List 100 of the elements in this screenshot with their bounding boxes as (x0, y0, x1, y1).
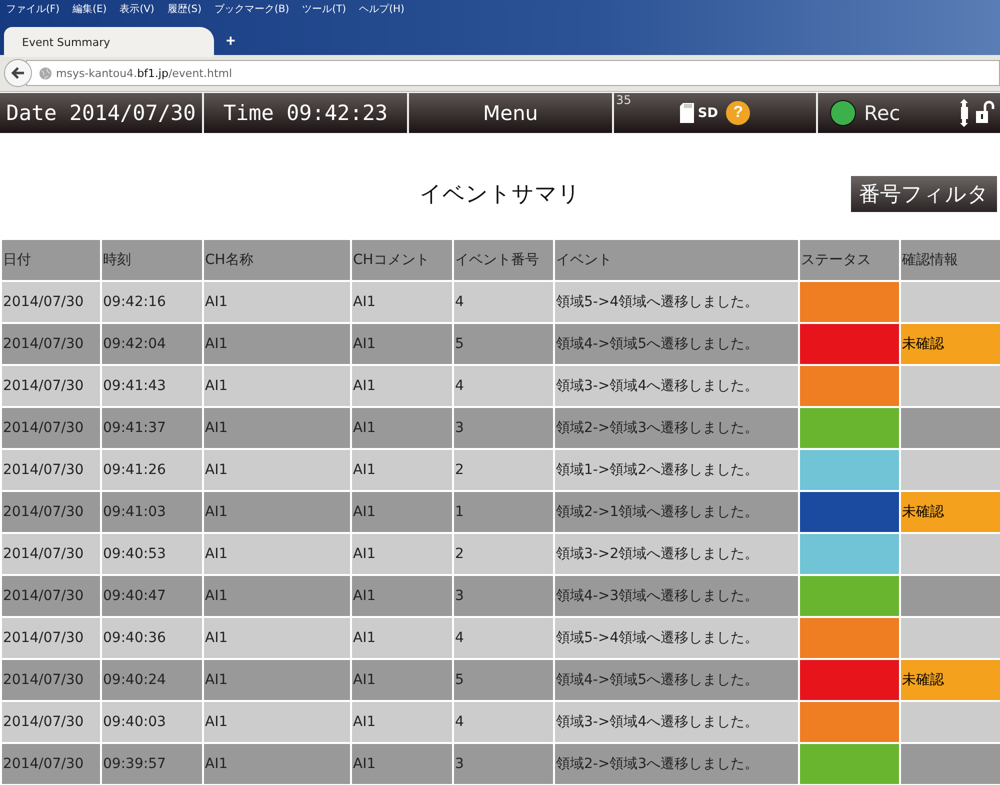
table-cell: 09:41:37 (101, 407, 203, 449)
sd-label: SD (698, 106, 718, 120)
new-tab-button[interactable]: + (222, 33, 240, 51)
table-cell: 4 (453, 281, 554, 323)
browser-tab[interactable]: Event Summary (4, 27, 214, 57)
column-header: ステータス (799, 240, 900, 281)
table-cell: AI1 (351, 659, 453, 701)
table-cell: 領域3->2領域へ遷移しました。 (554, 533, 799, 575)
table-cell: 3 (453, 575, 554, 617)
table-cell: 09:40:53 (101, 533, 203, 575)
menu-item[interactable]: ヘルプ(H) (359, 2, 404, 18)
table-cell: 09:41:43 (101, 365, 203, 407)
table-cell: AI1 (203, 659, 351, 701)
table-cell: AI1 (351, 365, 453, 407)
table-cell: 2014/07/30 (1, 575, 101, 617)
table-cell: AI1 (203, 365, 351, 407)
table-cell: 領域5->4領域へ遷移しました。 (554, 617, 799, 659)
menu-item[interactable]: 編集(E) (72, 2, 107, 18)
table-cell: 領域4->領域5へ遷移しました。 (554, 659, 799, 701)
table-cell: 2014/07/30 (1, 743, 101, 785)
menu-item[interactable]: 履歴(S) (167, 2, 202, 18)
table-cell: 領域5->4領域へ遷移しました。 (554, 281, 799, 323)
table-cell: 4 (453, 701, 554, 743)
table-cell: 4 (453, 365, 554, 407)
table-cell: 2 (453, 533, 554, 575)
sd-card-icon (680, 103, 694, 123)
table-cell: 領域3->領域4へ遷移しました。 (554, 365, 799, 407)
menu-item[interactable]: ファイル(F) (6, 2, 60, 18)
table-cell: 09:41:26 (101, 449, 203, 491)
address-bar[interactable]: msys-kantou4.bf1.jp/event.html (26, 60, 1000, 86)
rec-label: Rec (864, 101, 900, 125)
table-cell: 4 (453, 617, 554, 659)
table-cell: 領域4->3領域へ遷移しました。 (554, 575, 799, 617)
table-cell: AI1 (203, 533, 351, 575)
table-cell: AI1 (203, 491, 351, 533)
table-cell: 1 (453, 491, 554, 533)
menu-item[interactable]: 表示(V) (120, 2, 154, 18)
column-header: 日付 (1, 240, 101, 281)
table-cell: AI1 (351, 701, 453, 743)
table-cell: AI1 (203, 281, 351, 323)
table-cell: AI1 (351, 617, 453, 659)
table-cell: 09:40:47 (101, 575, 203, 617)
table-cell: AI1 (351, 323, 453, 365)
column-header: 確認情報 (900, 240, 1000, 281)
table-cell: 09:39:57 (101, 743, 203, 785)
table-cell: 09:42:16 (101, 281, 203, 323)
back-arrow-icon (10, 65, 26, 81)
table-cell: 領域4->領域5へ遷移しました。 (554, 323, 799, 365)
table-cell: 2014/07/30 (1, 533, 101, 575)
table-cell: 2014/07/30 (1, 659, 101, 701)
table-cell: AI1 (203, 701, 351, 743)
table-cell: 2014/07/30 (1, 449, 101, 491)
table-cell: 2014/07/30 (1, 365, 101, 407)
column-header: イベント番号 (453, 240, 554, 281)
table-cell: AI1 (203, 407, 351, 449)
column-header: CH名称 (203, 240, 351, 281)
table-cell: AI1 (203, 617, 351, 659)
table-cell: AI1 (203, 575, 351, 617)
date-display: Date 2014/07/30 (0, 93, 204, 133)
column-header: イベント (554, 240, 799, 281)
table-cell: 2014/07/30 (1, 701, 101, 743)
table-cell: AI1 (351, 533, 453, 575)
table-cell: AI1 (351, 449, 453, 491)
time-display: Time 09:42:23 (204, 93, 409, 133)
counter-text: 35 (616, 93, 632, 107)
table-cell: 09:40:03 (101, 701, 203, 743)
table-cell: 2014/07/30 (1, 323, 101, 365)
table-cell: 領域2->領域3へ遷移しました。 (554, 407, 799, 449)
page-title: イベントサマリ (420, 180, 580, 208)
table-cell: AI1 (351, 281, 453, 323)
table-cell: 09:41:03 (101, 491, 203, 533)
menu-item[interactable]: ブックマーク(B) (214, 2, 290, 18)
table-cell: 2014/07/30 (1, 491, 101, 533)
table-cell: 2 (453, 449, 554, 491)
table-cell: 09:40:24 (101, 659, 203, 701)
table-cell: 領域3->領域4へ遷移しました。 (554, 701, 799, 743)
back-button[interactable] (4, 59, 32, 87)
table-cell: 2014/07/30 (1, 281, 101, 323)
table-cell: AI1 (203, 449, 351, 491)
table-cell: AI1 (351, 575, 453, 617)
table-cell: 5 (453, 323, 554, 365)
table-cell: 領域2->領域3へ遷移しました。 (554, 743, 799, 785)
table-cell: AI1 (203, 323, 351, 365)
table-cell: 2014/07/30 (1, 617, 101, 659)
table-cell: 2014/07/30 (1, 407, 101, 449)
column-header: 時刻 (101, 240, 203, 281)
globe-icon (39, 66, 52, 80)
table-cell: 3 (453, 743, 554, 785)
table-cell: AI1 (351, 491, 453, 533)
table-cell: AI1 (203, 743, 351, 785)
table-cell: 5 (453, 659, 554, 701)
table-cell: AI1 (351, 743, 453, 785)
menu-item[interactable]: ツール(T) (302, 2, 346, 18)
table-cell: 領域2->1領域へ遷移しました。 (554, 491, 799, 533)
menu-button[interactable]: Menu (409, 93, 614, 133)
table-cell: 領域1->領域2へ遷移しました。 (554, 449, 799, 491)
number-filter-button[interactable]: 番号フィルタ (851, 176, 997, 212)
table-cell: 09:40:36 (101, 617, 203, 659)
column-header: CHコメント (351, 240, 453, 281)
table-cell: AI1 (351, 407, 453, 449)
